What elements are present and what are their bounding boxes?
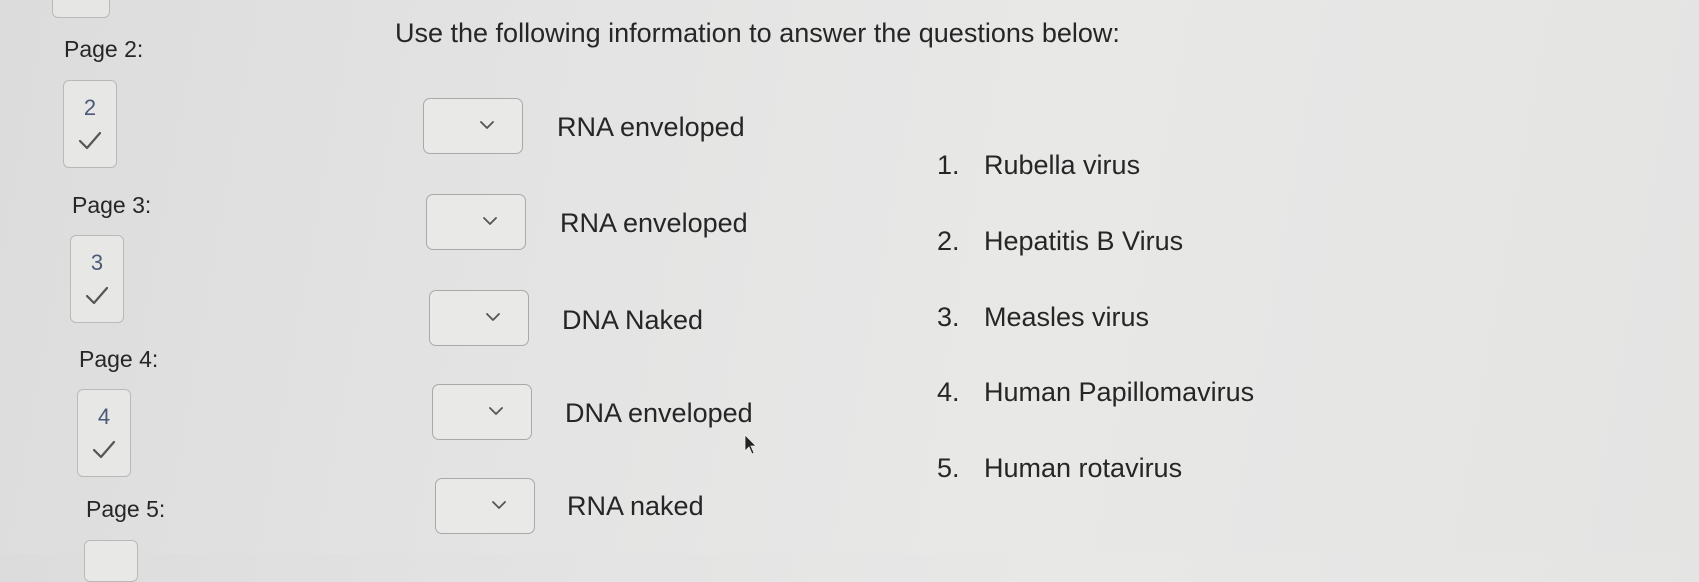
option-number: 3.	[937, 302, 960, 332]
page-3-button[interactable]: 3	[70, 235, 124, 323]
chevron-down-icon	[489, 407, 503, 415]
page-2-label: Page 2:	[64, 36, 144, 62]
mouse-cursor-icon	[744, 434, 757, 455]
option-text: Human rotavirus	[984, 453, 1183, 483]
instructions-text: Use the following information to answer …	[395, 18, 1120, 48]
option-number: 2.	[937, 226, 960, 256]
page-2-button[interactable]: 2	[63, 80, 117, 168]
page-5-label: Page 5:	[86, 496, 166, 522]
page-3-label: Page 3:	[72, 192, 152, 218]
option-text: Measles virus	[984, 302, 1150, 332]
answer-dropdown-3[interactable]	[429, 290, 529, 346]
match-label-4: DNA enveloped	[565, 398, 753, 428]
answer-dropdown-2[interactable]	[426, 194, 526, 250]
page-4-label: Page 4:	[79, 346, 159, 372]
chevron-down-icon	[486, 313, 500, 321]
answer-dropdown-1[interactable]	[423, 98, 523, 154]
page-3-number: 3	[90, 250, 104, 275]
option-text: Hepatitis B Virus	[984, 226, 1184, 256]
chevron-down-icon	[492, 501, 506, 509]
page-2-number: 2	[83, 95, 97, 120]
page-5-button[interactable]	[84, 540, 138, 582]
option-item-3: 3. Measles virus	[937, 302, 1149, 333]
checkmark-icon	[85, 286, 109, 305]
option-text: Rubella virus	[984, 150, 1141, 180]
page-1-box-partial[interactable]	[52, 0, 110, 18]
match-label-1: RNA enveloped	[557, 112, 745, 142]
checkmark-icon	[78, 131, 102, 150]
option-item-5: 5. Human rotavirus	[937, 453, 1182, 484]
option-item-4: 4. Human Papillomavirus	[937, 377, 1254, 408]
chevron-down-icon	[480, 121, 494, 129]
match-label-2: RNA enveloped	[560, 208, 748, 238]
checkmark-icon	[92, 440, 116, 459]
option-item-1: 1. Rubella virus	[937, 150, 1140, 181]
page-4-number: 4	[97, 404, 111, 429]
answer-dropdown-5[interactable]	[435, 478, 535, 534]
option-number: 5.	[937, 453, 960, 483]
page-4-button[interactable]: 4	[77, 389, 131, 477]
chevron-down-icon	[483, 217, 497, 225]
match-label-5: RNA naked	[567, 491, 704, 521]
match-label-3: DNA Naked	[562, 305, 704, 335]
answer-dropdown-4[interactable]	[432, 384, 532, 440]
option-number: 4.	[937, 377, 960, 407]
option-item-2: 2. Hepatitis B Virus	[937, 226, 1183, 257]
option-number: 1.	[937, 150, 960, 180]
option-text: Human Papillomavirus	[984, 377, 1255, 407]
